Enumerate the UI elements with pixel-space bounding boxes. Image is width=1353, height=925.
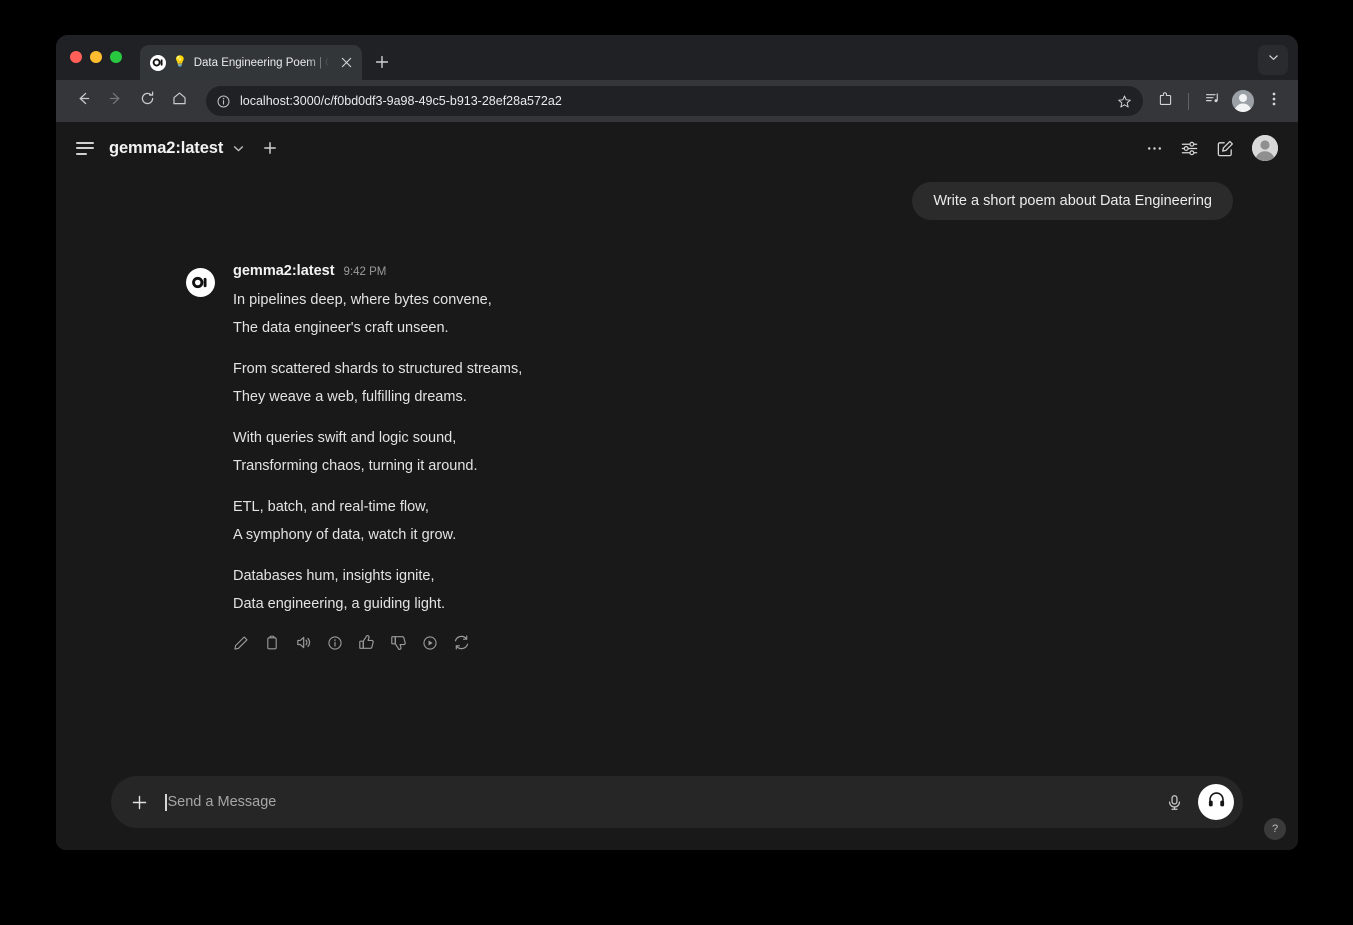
assistant-name: gemma2:latest <box>233 263 335 279</box>
poem-stanza: ETL, batch, and real-time flow, A sympho… <box>233 493 522 549</box>
microphone-icon[interactable] <box>1161 789 1187 815</box>
new-tab-button[interactable] <box>368 48 396 76</box>
thumbs-down-icon[interactable] <box>390 634 407 651</box>
text-caret <box>165 794 167 811</box>
assistant-poem: In pipelines deep, where bytes convene, … <box>233 286 522 631</box>
poem-line: From scattered shards to structured stre… <box>233 355 522 383</box>
headphones-icon <box>1207 790 1226 814</box>
zoom-window-button[interactable] <box>110 51 122 63</box>
poem-line: ETL, batch, and real-time flow, <box>233 493 522 521</box>
poem-line: Transforming chaos, turning it around. <box>233 452 522 480</box>
forward-arrow-icon <box>107 90 124 112</box>
chevron-down-icon[interactable] <box>231 141 246 156</box>
poem-line: They weave a web, fulfilling dreams. <box>233 383 522 411</box>
reload-button[interactable] <box>132 86 162 116</box>
assistant-message-row: gemma2:latest 9:42 PM In pipelines deep,… <box>56 220 1298 651</box>
model-selector-label[interactable]: gemma2:latest <box>109 139 223 158</box>
profile-avatar[interactable] <box>1232 90 1254 112</box>
address-bar[interactable]: localhost:3000/c/f0bd0df3-9a98-49c5-b913… <box>206 86 1143 116</box>
poem-line: The data engineer's craft unseen. <box>233 314 522 342</box>
user-message-row: Write a short poem about Data Engineerin… <box>56 182 1298 220</box>
close-window-button[interactable] <box>70 51 82 63</box>
attach-plus-icon[interactable] <box>131 794 148 811</box>
thumbs-up-icon[interactable] <box>358 634 375 651</box>
chevron-down-icon <box>1267 51 1280 69</box>
sidebar-toggle-icon[interactable] <box>74 136 98 160</box>
back-arrow-icon <box>75 90 92 112</box>
poem-stanza: In pipelines deep, where bytes convene, … <box>233 286 522 342</box>
extensions-puzzle-icon <box>1157 90 1174 112</box>
read-aloud-speaker-icon[interactable] <box>295 634 312 651</box>
info-circle-icon[interactable] <box>216 94 231 109</box>
reload-icon <box>139 90 156 112</box>
home-button[interactable] <box>164 86 194 116</box>
poem-line: A symphony of data, watch it grow. <box>233 521 522 549</box>
conversation: Write a short poem about Data Engineerin… <box>56 174 1298 776</box>
assistant-meta: gemma2:latest 9:42 PM <box>233 263 522 279</box>
back-button[interactable] <box>68 86 98 116</box>
voice-call-button[interactable] <box>1198 784 1234 820</box>
assistant-message-body: gemma2:latest 9:42 PM In pipelines deep,… <box>233 263 522 651</box>
poem-stanza: With queries swift and logic sound, Tran… <box>233 424 522 480</box>
poem-stanza: Databases hum, insights ignite, Data eng… <box>233 562 522 618</box>
tab-strip: 💡 Data Engineering Poem | O <box>56 35 1298 80</box>
tab-title: Data Engineering Poem | O <box>194 57 331 69</box>
tab-list-button[interactable] <box>1258 45 1288 75</box>
app-header: gemma2:latest <box>56 122 1298 174</box>
browser-toolbar: localhost:3000/c/f0bd0df3-9a98-49c5-b913… <box>56 80 1298 122</box>
home-icon <box>171 90 188 112</box>
message-action-toolbar <box>233 634 522 651</box>
add-model-plus-icon[interactable] <box>263 141 277 155</box>
forward-button[interactable] <box>100 86 130 116</box>
extensions-button[interactable] <box>1151 87 1179 115</box>
media-control-button[interactable] <box>1198 87 1226 115</box>
url-text: localhost:3000/c/f0bd0df3-9a98-49c5-b913… <box>240 94 1102 108</box>
open-webui-icon <box>186 268 215 297</box>
bookmark-star-icon[interactable] <box>1111 88 1137 114</box>
poem-line: In pipelines deep, where bytes convene, <box>233 286 522 314</box>
message-input[interactable]: Send a Message <box>165 794 1161 811</box>
user-avatar[interactable] <box>1252 135 1278 161</box>
more-options-icon[interactable] <box>1146 140 1163 157</box>
toolbar-divider <box>1188 93 1189 110</box>
browser-menu-icon <box>1266 91 1282 112</box>
poem-line: Data engineering, a guiding light. <box>233 590 522 618</box>
user-message-bubble: Write a short poem about Data Engineerin… <box>912 182 1233 220</box>
open-webui-page: gemma2:latest <box>56 122 1298 850</box>
browser-tab[interactable]: 💡 Data Engineering Poem | O <box>140 45 362 80</box>
new-chat-pencil-icon[interactable] <box>1216 139 1235 158</box>
help-button[interactable]: ? <box>1264 818 1286 840</box>
close-tab-button[interactable] <box>338 55 354 71</box>
continue-play-icon[interactable] <box>422 635 438 651</box>
poem-line: With queries swift and logic sound, <box>233 424 522 452</box>
copy-clipboard-icon[interactable] <box>264 635 280 651</box>
message-input-placeholder: Send a Message <box>168 794 277 810</box>
poem-stanza: From scattered shards to structured stre… <box>233 355 522 411</box>
info-circle-icon[interactable] <box>327 635 343 651</box>
window-traffic-lights <box>70 35 122 80</box>
browser-menu-button[interactable] <box>1260 87 1288 115</box>
app-header-right <box>1146 135 1278 161</box>
assistant-timestamp: 9:42 PM <box>344 266 387 278</box>
media-playlist-icon <box>1204 90 1221 112</box>
app-header-left: gemma2:latest <box>74 136 277 160</box>
chat-controls-icon[interactable] <box>1180 139 1199 158</box>
message-composer[interactable]: Send a Message <box>111 776 1243 828</box>
composer-actions <box>1161 784 1234 820</box>
lightbulb-icon: 💡 <box>173 57 187 68</box>
open-webui-icon <box>150 55 166 71</box>
composer-area: Send a Message <box>56 776 1298 850</box>
minimize-window-button[interactable] <box>90 51 102 63</box>
browser-window: 💡 Data Engineering Poem | O <box>56 35 1298 850</box>
poem-line: Databases hum, insights ignite, <box>233 562 522 590</box>
regenerate-refresh-icon[interactable] <box>453 634 470 651</box>
edit-pencil-icon[interactable] <box>233 635 249 651</box>
